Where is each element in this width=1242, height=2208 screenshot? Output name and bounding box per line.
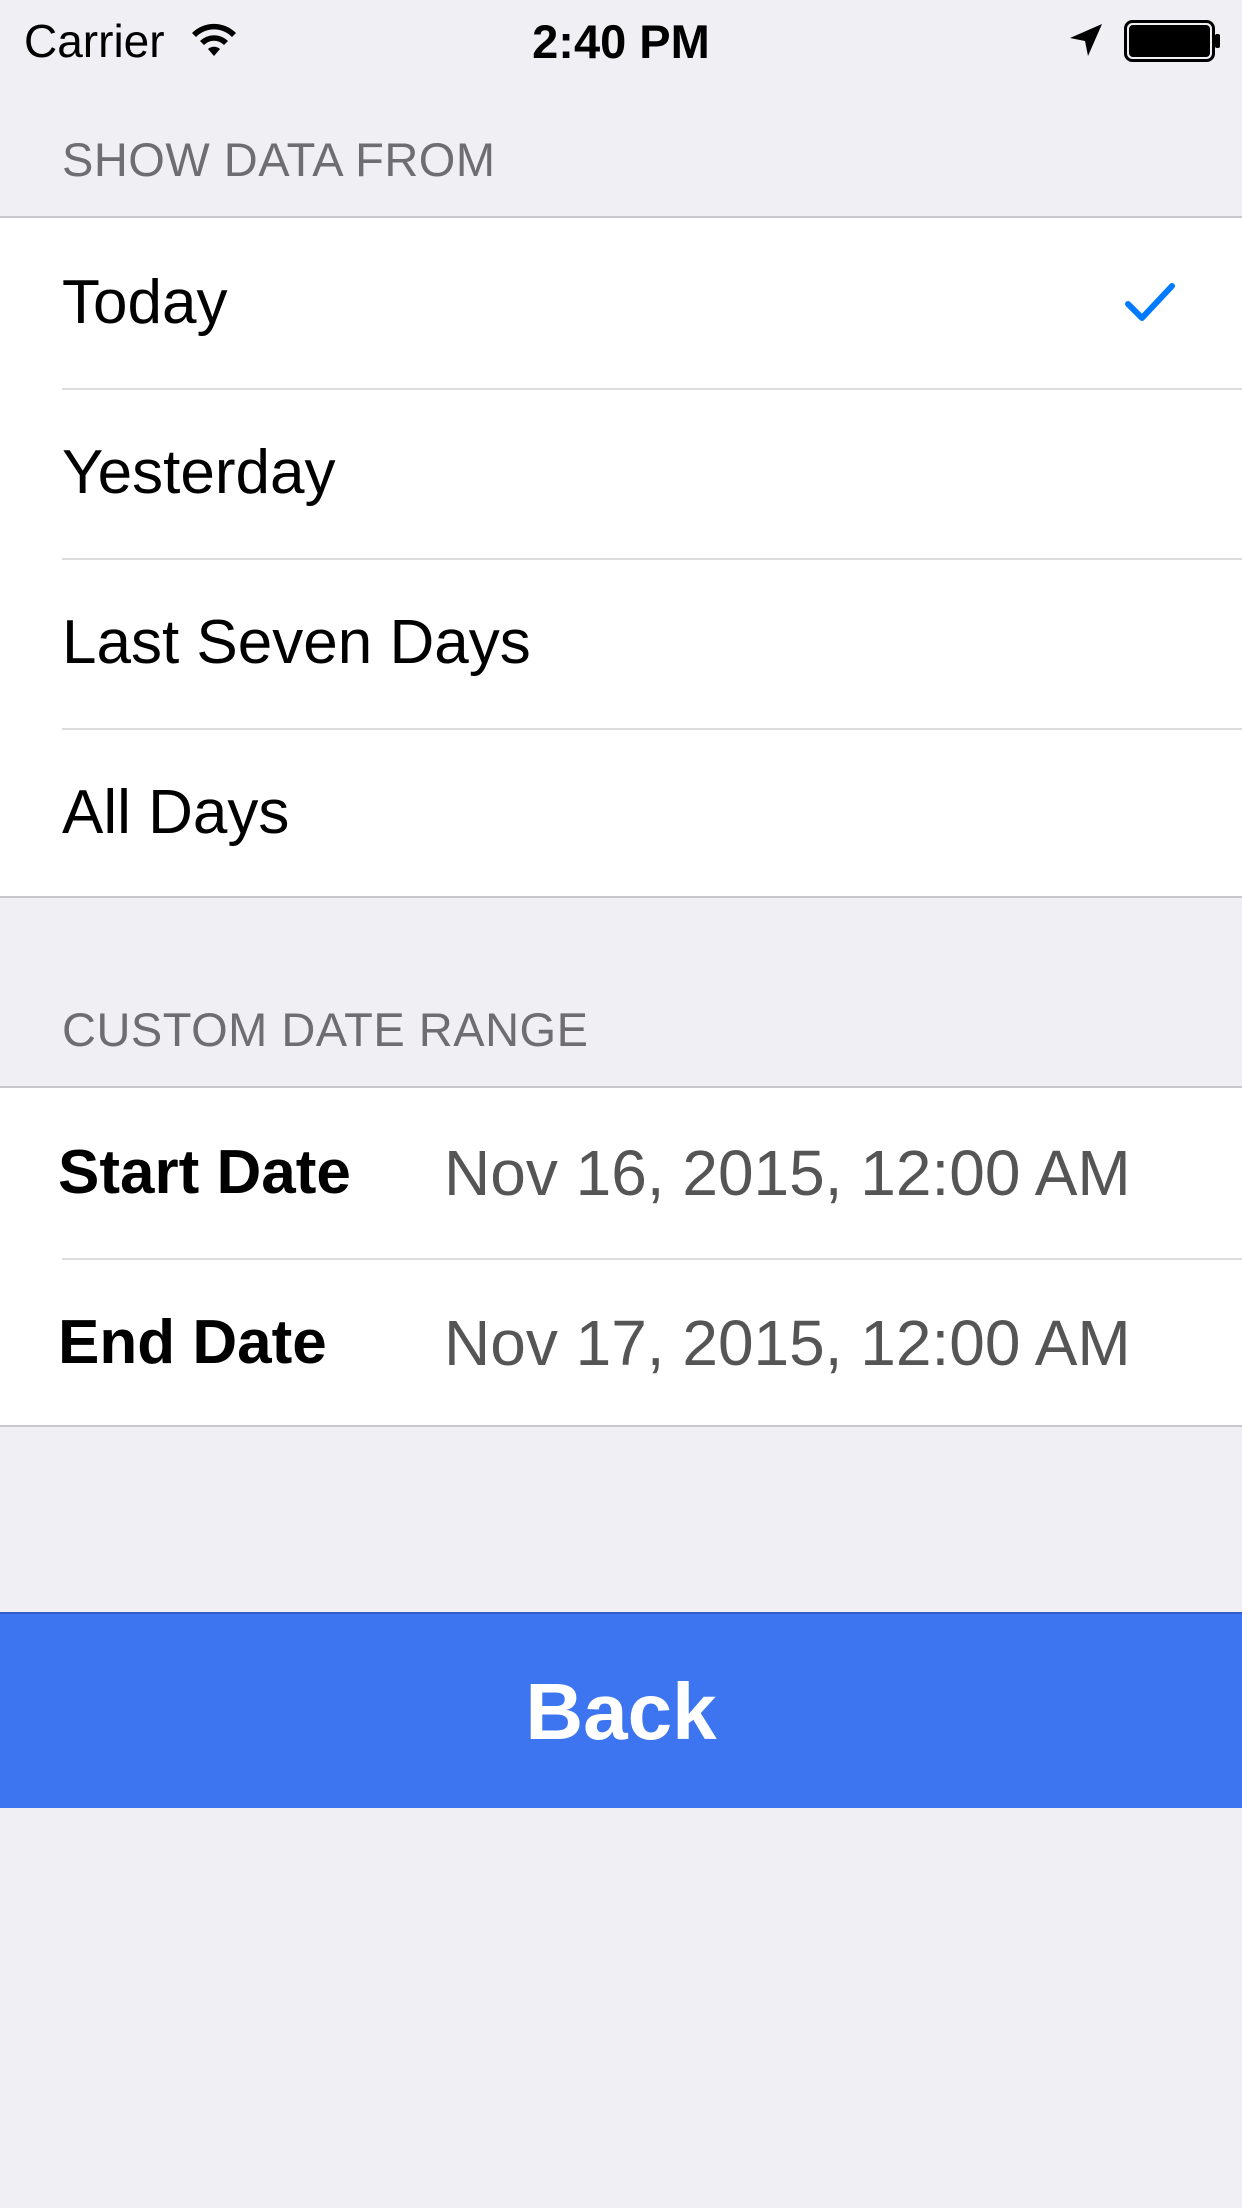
- end-date-label: End Date: [58, 1308, 327, 1377]
- start-date-row[interactable]: Start Date Nov 16, 2015, 12:00 AM: [0, 1088, 1242, 1258]
- option-today[interactable]: Today: [0, 218, 1242, 388]
- back-button[interactable]: Back: [0, 1612, 1242, 1808]
- show-data-from-list: Today Yesterday Last Seven Days All Days: [0, 216, 1242, 898]
- start-date-label: Start Date: [58, 1138, 351, 1207]
- battery-icon: [1124, 20, 1220, 62]
- option-last-seven-days[interactable]: Last Seven Days: [0, 558, 1242, 728]
- custom-date-range-header: CUSTOM DATE RANGE: [62, 1003, 589, 1056]
- option-all-days[interactable]: All Days: [0, 728, 1242, 898]
- end-date-value[interactable]: Nov 17, 2015, 12:00 AM: [444, 1258, 1131, 1428]
- option-label: Last Seven Days: [62, 608, 531, 677]
- option-label: All Days: [62, 778, 290, 847]
- custom-date-range-list: Start Date Nov 16, 2015, 12:00 AM End Da…: [0, 1086, 1242, 1427]
- clock-time: 2:40 PM: [532, 15, 710, 68]
- screen: Carrier 2:40 PM SHOW DATA FROM Today Yes…: [0, 0, 1242, 2208]
- checkmark-icon: [1125, 283, 1175, 321]
- start-date-value[interactable]: Nov 16, 2015, 12:00 AM: [444, 1088, 1131, 1258]
- option-yesterday[interactable]: Yesterday: [0, 388, 1242, 558]
- option-label: Today: [62, 268, 228, 337]
- end-date-row[interactable]: End Date Nov 17, 2015, 12:00 AM: [0, 1258, 1242, 1428]
- status-bar: Carrier 2:40 PM: [0, 0, 1242, 84]
- location-arrow-icon: [1070, 24, 1102, 56]
- show-data-from-header: SHOW DATA FROM: [62, 133, 496, 186]
- option-label: Yesterday: [62, 438, 336, 507]
